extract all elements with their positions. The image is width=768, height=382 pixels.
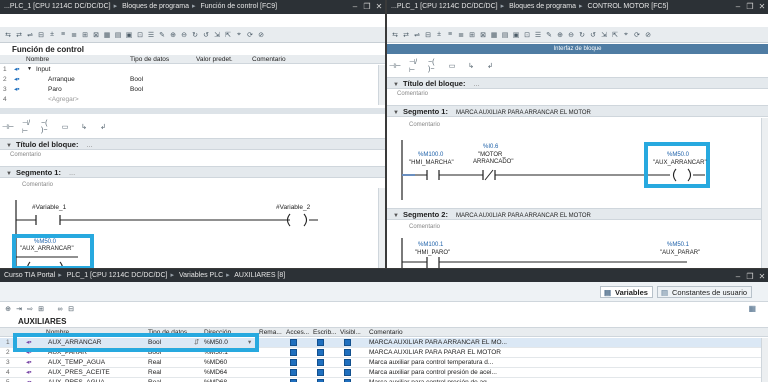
contact-address[interactable]: %I0.6 <box>483 144 498 150</box>
close-icon[interactable]: ✕ <box>756 269 768 282</box>
tag-table-icon: ▤ <box>604 288 612 297</box>
checkbox[interactable] <box>290 349 297 356</box>
contact-address[interactable]: %M100.0 <box>418 152 443 158</box>
column-header: Acces... <box>286 329 310 336</box>
tag-comment[interactable]: MARCA AUXILIAR PARA PARAR EL MOTOR <box>369 348 501 357</box>
checkbox[interactable] <box>317 359 324 366</box>
bool-tag-icon: ◂▪ <box>26 359 32 366</box>
column-header: Escrib... <box>313 329 337 336</box>
checkbox[interactable] <box>290 359 297 366</box>
coil-symbol[interactable]: "AUX_PARAR" <box>660 250 700 256</box>
tag-name[interactable]: AUX_PRES_AGUA <box>48 378 105 382</box>
insert-row-icon[interactable]: ⇥ <box>14 304 24 314</box>
tab-variables[interactable]: ▤ Variables <box>600 286 653 298</box>
checkbox[interactable] <box>344 349 351 356</box>
checkbox[interactable] <box>344 339 351 346</box>
contact-symbol[interactable]: ARRANCADO" <box>473 159 513 165</box>
row-number: 5 <box>6 378 10 382</box>
checkbox[interactable] <box>290 339 297 346</box>
tags-toolbar: ⊕ ⇥ ⇨ ⊞ ∞ ⊟ <box>0 302 768 316</box>
ladder-network-right <box>401 140 705 268</box>
checkbox[interactable] <box>344 369 351 376</box>
tab-user-constants[interactable]: ▤ Constantes de usuario <box>657 286 753 298</box>
bottom-breadcrumb: Curso TIA Portal ▸ PLC_1 [CPU 1214C DC/DC… <box>0 269 768 282</box>
tag-comment[interactable]: Marca auxiliar para control presión de a… <box>369 368 497 377</box>
highlight-box <box>13 333 259 352</box>
breadcrumb-item[interactable]: Curso TIA Portal <box>4 272 55 279</box>
tag-address[interactable]: %MD60 <box>204 358 227 367</box>
breadcrumb-item[interactable]: PLC_1 [CPU 1214C DC/DC/DC] <box>67 272 168 279</box>
tag-table-title: AUXILIARES <box>18 317 67 326</box>
row-number: 2 <box>6 349 10 356</box>
breadcrumb-item[interactable]: Variables PLC <box>179 272 223 279</box>
coil-symbol[interactable]: "AUX_ARRANCAR" <box>20 246 74 252</box>
ladder-network-left <box>15 200 318 268</box>
tag-comment[interactable]: Marca auxiliar para control temperatura … <box>369 358 493 367</box>
tab-label: Constantes de usuario <box>672 288 748 297</box>
add-row-icon[interactable]: ⊕ <box>3 304 13 314</box>
tag-datatype[interactable]: Real <box>148 368 161 377</box>
export-icon[interactable]: ⇨ <box>25 304 35 314</box>
tab-label: Variables <box>615 288 648 297</box>
breadcrumb-item[interactable]: AUXILIARES [8] <box>234 272 285 279</box>
tag-address[interactable]: %MD68 <box>204 378 227 382</box>
coil-right-arc[interactable] <box>303 213 308 227</box>
plc-tags-pane: Curso TIA Portal ▸ PLC_1 [CPU 1214C DC/DC… <box>0 269 768 382</box>
checkbox[interactable] <box>317 369 324 376</box>
column-header: Visibl... <box>340 329 361 336</box>
glasses-icon[interactable]: ∞ <box>55 304 65 314</box>
checkbox[interactable] <box>344 359 351 366</box>
row-number: 1 <box>6 339 10 346</box>
right-editor-pane: ...PLC_1 [CPU 1214C DC/DC/DC] ▸ Bloques d… <box>387 0 768 268</box>
tag-comment[interactable]: MARCA AUXILIAR PARA ARRANCAR EL MO... <box>369 338 507 347</box>
bool-tag-icon: ◂▪ <box>26 378 32 382</box>
scrollbar[interactable] <box>761 338 768 382</box>
column-header: Comentario <box>369 329 403 336</box>
bool-tag-icon: ◂▪ <box>26 369 32 376</box>
table-row[interactable]: 4 ◂▪ AUX_PRES_ACEITE Real %MD64 Marca auxilia… <box>0 368 768 378</box>
row-number: 3 <box>6 359 10 366</box>
coil-operand[interactable]: #Variable_2 <box>276 204 310 211</box>
minimize-icon[interactable]: – <box>732 269 744 282</box>
coil-address[interactable]: %M50.0 <box>667 152 689 158</box>
checkbox[interactable] <box>290 369 297 376</box>
contact-address[interactable]: %M100.1 <box>418 242 443 248</box>
tag-address[interactable]: %MD64 <box>204 368 227 377</box>
scrollbar[interactable] <box>761 118 768 268</box>
contact-symbol[interactable]: "HMI_MARCHA" <box>409 160 454 166</box>
column-header: Rema... <box>259 329 282 336</box>
constants-icon: ▤ <box>661 288 669 297</box>
contact-symbol[interactable]: "MOTOR_ <box>478 152 506 158</box>
table-row[interactable]: 3 ◂▪ AUX_TEMP_AGUA Real %MD60 Marca auxiliar … <box>0 358 768 368</box>
tag-datatype[interactable]: Real <box>148 378 161 382</box>
tag-comment[interactable]: Marca auxiliar para control presión de a… <box>369 378 492 382</box>
coil-address[interactable]: %M50.0 <box>34 239 56 245</box>
contact-symbol[interactable]: "HMI_PARO" <box>415 250 450 256</box>
tag-datatype[interactable]: Real <box>148 358 161 367</box>
checkbox[interactable] <box>317 349 324 356</box>
tag-name[interactable]: AUX_TEMP_AGUA <box>48 358 105 367</box>
scrollbar[interactable] <box>378 188 385 268</box>
left-editor-pane: ...PLC_1 [CPU 1214C DC/DC/DC] ▸ Bloques d… <box>0 0 385 268</box>
nc-slash <box>484 169 494 181</box>
row-number: 4 <box>6 369 10 376</box>
filter-icon[interactable]: ⊟ <box>66 304 76 314</box>
table-view-icon[interactable]: ▦ <box>748 304 756 313</box>
contact-operand[interactable]: #Variable_1 <box>32 204 66 211</box>
table-row[interactable]: 5 ◂▪ AUX_PRES_AGUA Real %MD68 Marca auxiliar … <box>0 378 768 382</box>
restore-icon[interactable]: ❐ <box>744 269 756 282</box>
coil-address[interactable]: %M50.1 <box>667 242 689 248</box>
tag-name[interactable]: AUX_PRES_ACEITE <box>48 368 110 377</box>
monitor-icon[interactable]: ⊞ <box>36 304 46 314</box>
coil-symbol[interactable]: "AUX_ARRANCAR" <box>653 160 707 166</box>
checkbox[interactable] <box>317 339 324 346</box>
